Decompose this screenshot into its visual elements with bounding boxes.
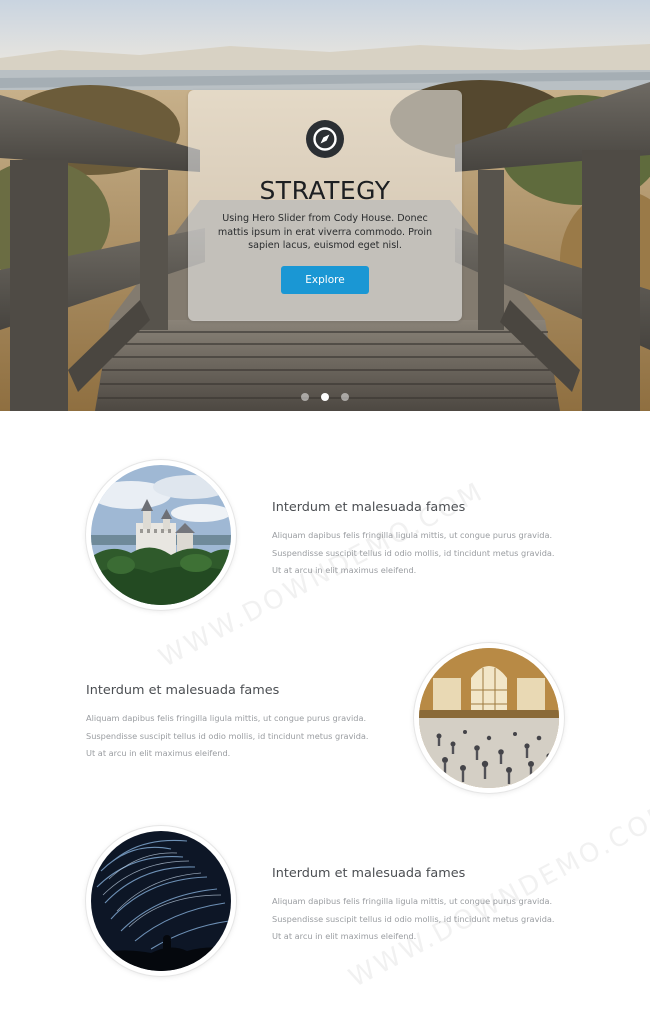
hero-description: Using Hero Slider from Cody House. Donec…: [217, 213, 433, 251]
feature-text-1: Interdum et malesuada fames Aliquam dapi…: [272, 500, 562, 580]
star-trails-photo: [91, 831, 231, 971]
hero-title: STRATEGY: [259, 176, 391, 205]
feature-image-station: [414, 643, 564, 793]
feature-image-castle: [86, 460, 236, 610]
feature-text-2: Interdum et malesuada fames Aliquam dapi…: [86, 683, 376, 763]
train-station-photo: [419, 648, 559, 788]
feature-text-3: Interdum et malesuada fames Aliquam dapi…: [272, 866, 562, 946]
feature-description: Aliquam dapibus felis fringilla ligula m…: [272, 896, 555, 941]
slide-dot-2[interactable]: [321, 393, 329, 401]
feature-row-3: Interdum et malesuada fames Aliquam dapi…: [0, 826, 650, 986]
slider-navigation: [0, 393, 650, 401]
slide-dot-3[interactable]: [341, 393, 349, 401]
hero-card: STRATEGY Using Hero Slider from Cody Hou…: [188, 90, 462, 321]
slide-dot-1[interactable]: [301, 393, 309, 401]
compass-icon: [306, 120, 344, 158]
feature-row-2: Interdum et malesuada fames Aliquam dapi…: [0, 643, 650, 803]
feature-image-stars: [86, 826, 236, 976]
explore-button[interactable]: Explore: [281, 266, 369, 294]
feature-title: Interdum et malesuada fames: [272, 866, 466, 881]
feature-description: Aliquam dapibus felis fringilla ligula m…: [272, 530, 555, 575]
castle-photo: [91, 465, 231, 605]
feature-title: Interdum et malesuada fames: [272, 500, 466, 515]
feature-title: Interdum et malesuada fames: [86, 683, 280, 698]
feature-description: Aliquam dapibus felis fringilla ligula m…: [86, 713, 369, 758]
feature-row-1: Interdum et malesuada fames Aliquam dapi…: [0, 460, 650, 620]
hero-slider: STRATEGY Using Hero Slider from Cody Hou…: [0, 0, 650, 411]
